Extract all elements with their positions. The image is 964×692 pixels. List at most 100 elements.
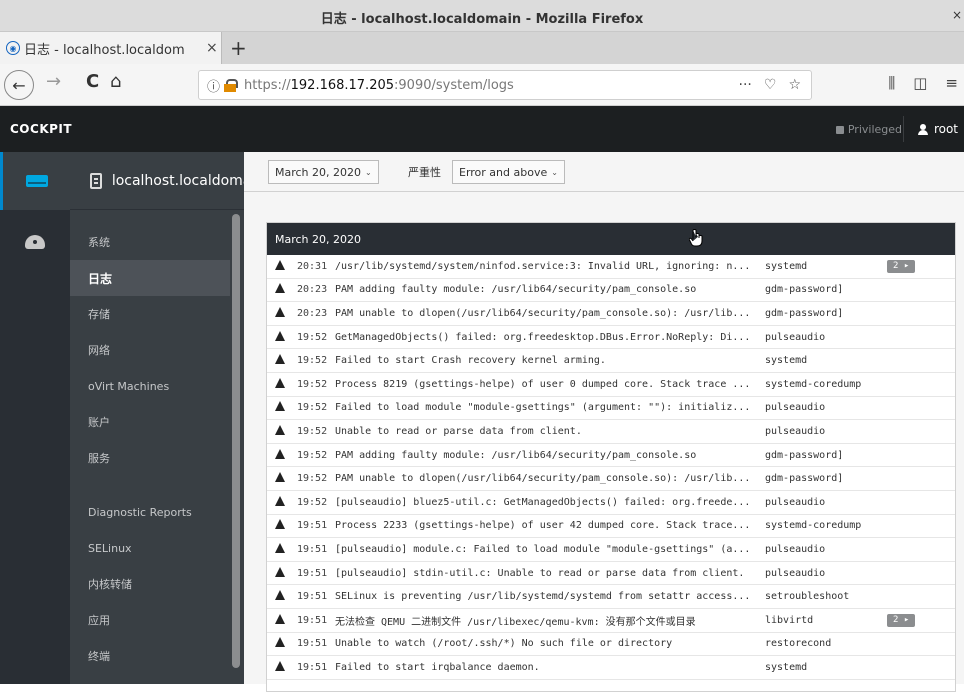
log-entry-identifier: pulseaudio (765, 402, 826, 414)
insecure-lock-icon[interactable] (224, 79, 239, 92)
menu-icon[interactable]: ≡ (945, 74, 958, 92)
log-entry-identifier: gdm-password] (765, 284, 844, 296)
sidebar-item[interactable]: 应用 (70, 602, 230, 638)
privileged-indicator[interactable]: Privileged (835, 123, 902, 136)
log-entry-message: PAM unable to dlopen(/usr/lib64/security… (335, 473, 751, 485)
sidebar-item[interactable]: 内核转储 (70, 566, 230, 602)
log-entry-message: PAM adding faulty module: /usr/lib64/sec… (335, 284, 697, 296)
cockpit-favicon-icon: ◉ (6, 41, 20, 55)
log-entry-row[interactable]: 19:51 Unable to watch (/root/.ssh/*) No s… (267, 633, 955, 657)
host-document-icon (90, 172, 102, 189)
log-entry-identifier: pulseaudio (765, 543, 826, 555)
host-name: localhost.localdomain (111, 172, 244, 189)
log-date-header: March 20, 2020 (267, 223, 955, 255)
tab-strip: ◉ 日志 - localhost.localdom × + (0, 32, 964, 64)
sidebar-item[interactable]: 服务 (70, 440, 230, 476)
warning-triangle-icon (267, 519, 289, 532)
log-entry-row[interactable]: 19:51 [pulseaudio] stdin-util.c: Unable t… (267, 562, 955, 586)
tab-close-icon[interactable]: × (206, 40, 218, 56)
log-entry-row[interactable]: 19:52 GetManagedObjects() failed: org.fre… (267, 326, 955, 350)
warning-triangle-icon (267, 377, 289, 391)
cockpit-topbar: COCKPIT Privileged root (0, 106, 964, 152)
pocket-icon[interactable]: ♡ (764, 77, 777, 93)
log-entry-row[interactable]: 19:51 Process 2233 (gsettings-helpe) of u… (267, 515, 955, 539)
reload-icon[interactable]: C (86, 71, 99, 92)
site-info-icon[interactable]: ⓘ (207, 76, 220, 95)
log-entry-message: /usr/lib/systemd/system/ninfod.service:3… (335, 260, 751, 272)
sidebar-item[interactable]: Diagnostic Reports (70, 494, 230, 530)
page-actions-icon[interactable]: ··· (739, 77, 752, 93)
dashboard-rail-item[interactable] (0, 222, 70, 262)
url-path: :9090/system/logs (394, 77, 514, 93)
host-rail (0, 152, 70, 684)
sidebar-item[interactable]: 存储 (70, 296, 230, 332)
sidebar-item-label: SELinux (88, 541, 132, 555)
log-entry-row[interactable]: 19:51 SELinux is preventing /usr/lib/syst… (267, 585, 955, 609)
sidebar-item[interactable]: 日志 (70, 260, 230, 296)
log-entry-identifier: pulseaudio (765, 425, 826, 437)
warning-triangle-icon (267, 259, 289, 273)
log-entry-row[interactable]: 19:52 Failed to load module "module-gsett… (267, 397, 955, 421)
sidebar-item[interactable]: 终端 (70, 638, 230, 674)
new-tab-icon[interactable]: + (230, 36, 247, 60)
log-entry-time: 19:51 (297, 638, 328, 650)
back-arrow-icon[interactable]: ← (4, 70, 34, 100)
log-entry-message: PAM adding faulty module: /usr/lib64/sec… (335, 449, 697, 461)
bookmark-star-icon[interactable]: ☆ (788, 77, 801, 93)
log-entry-message: [pulseaudio] stdin-util.c: Unable to rea… (335, 567, 745, 579)
url-host: 192.168.17.205 (290, 77, 395, 93)
url-bar[interactable]: ⓘ https:// 192.168.17.205 :9090/system/l… (198, 70, 812, 100)
log-entry-identifier: systemd (765, 355, 808, 367)
log-entry-row[interactable]: 19:52 Unable to read or parse data from c… (267, 420, 955, 444)
sidebar-item[interactable]: 账户 (70, 404, 230, 440)
host-menu: localhost.localdomain 系统日志存储网络 oVirt Mach… (70, 152, 244, 684)
window-close-icon[interactable]: × (952, 8, 962, 22)
severity-label: 严重性 (408, 166, 441, 179)
log-entry-row[interactable]: 19:52 [pulseaudio] bluez5-util.c: GetMana… (267, 491, 955, 515)
log-entry-row[interactable]: 19:51 无法检查 QEMU 二进制文件 /usr/libexec/qemu-k… (267, 609, 955, 633)
log-entry-identifier: systemd-coredump (765, 520, 862, 532)
sidebar-item[interactable]: SELinux (70, 530, 230, 566)
log-entry-time: 19:51 (297, 614, 328, 626)
log-entry-time: 20:23 (297, 307, 328, 319)
log-entry-row[interactable]: 19:52 Failed to start Crash recovery kern… (267, 349, 955, 373)
host-selector[interactable]: localhost.localdomain (70, 152, 244, 210)
log-entry-row[interactable]: 19:52 PAM unable to dlopen(/usr/lib64/sec… (267, 467, 955, 491)
log-entry-time: 19:51 (297, 661, 328, 673)
log-entry-row[interactable]: 19:51 Failed to start irqbalance daemon. s… (267, 656, 955, 680)
user-menu[interactable]: root (917, 122, 958, 136)
log-entry-time: 19:52 (297, 378, 328, 390)
log-date: March 20, 2020 (275, 232, 362, 246)
warning-triangle-icon (267, 613, 289, 627)
sidebar-item[interactable]: 网络 (70, 332, 230, 368)
log-entry-row[interactable]: 20:31/usr/lib/systemd/system/ninfod.serv… (267, 255, 955, 279)
warning-triangle-icon (267, 637, 289, 650)
home-icon[interactable]: ⌂ (110, 71, 121, 92)
sidebar-item[interactable]: 系统 (70, 224, 230, 260)
warning-triangle-icon (267, 401, 289, 414)
log-entry-row[interactable]: 19:52 Process 8219 (gsettings-helpe) of u… (267, 373, 955, 397)
sidebar-item[interactable]: oVirt Machines (70, 368, 230, 404)
severity-filter-dropdown[interactable]: Error and above ⌄ (452, 160, 565, 184)
repeat-count-badge: 2 ▸ (887, 260, 916, 273)
browser-tab[interactable]: ◉ 日志 - localhost.localdom × (0, 32, 222, 64)
log-entry-row[interactable]: 20:23 PAM adding faulty module: /usr/lib6… (267, 279, 955, 303)
log-entry-row[interactable]: 19:51 [pulseaudio] module.c: Failed to lo… (267, 538, 955, 562)
sidebar-icon[interactable]: ◫ (913, 74, 927, 92)
severity-filter-value: Error and above (459, 165, 548, 179)
log-entry-row[interactable]: 20:23 PAM unable to dlopen(/usr/lib64/sec… (267, 302, 955, 326)
log-entry-message: [pulseaudio] bluez5-util.c: GetManagedOb… (335, 496, 751, 508)
host-rail-server[interactable] (0, 152, 70, 210)
library-icon[interactable]: ⫼ (888, 74, 895, 92)
log-filters: March 20, 2020 ⌄ 严重性 Error and above ⌄ (244, 152, 964, 192)
date-filter-dropdown[interactable]: March 20, 2020 ⌄ (268, 160, 379, 184)
warning-triangle-icon (267, 330, 289, 344)
tab-label: 日志 - localhost.localdom (24, 42, 185, 58)
url-prefix: https:// (244, 77, 291, 93)
log-entry-row[interactable]: 19:52 PAM adding faulty module: /usr/lib6… (267, 444, 955, 468)
log-entry-message: Process 2233 (gsettings-helpe) of user 4… (335, 520, 751, 532)
log-entry-identifier: libvirtd (765, 614, 814, 626)
menu-scrollbar[interactable] (232, 212, 240, 682)
menu-scroll-thumb[interactable] (232, 214, 240, 668)
forward-arrow-icon[interactable]: → (46, 71, 61, 92)
